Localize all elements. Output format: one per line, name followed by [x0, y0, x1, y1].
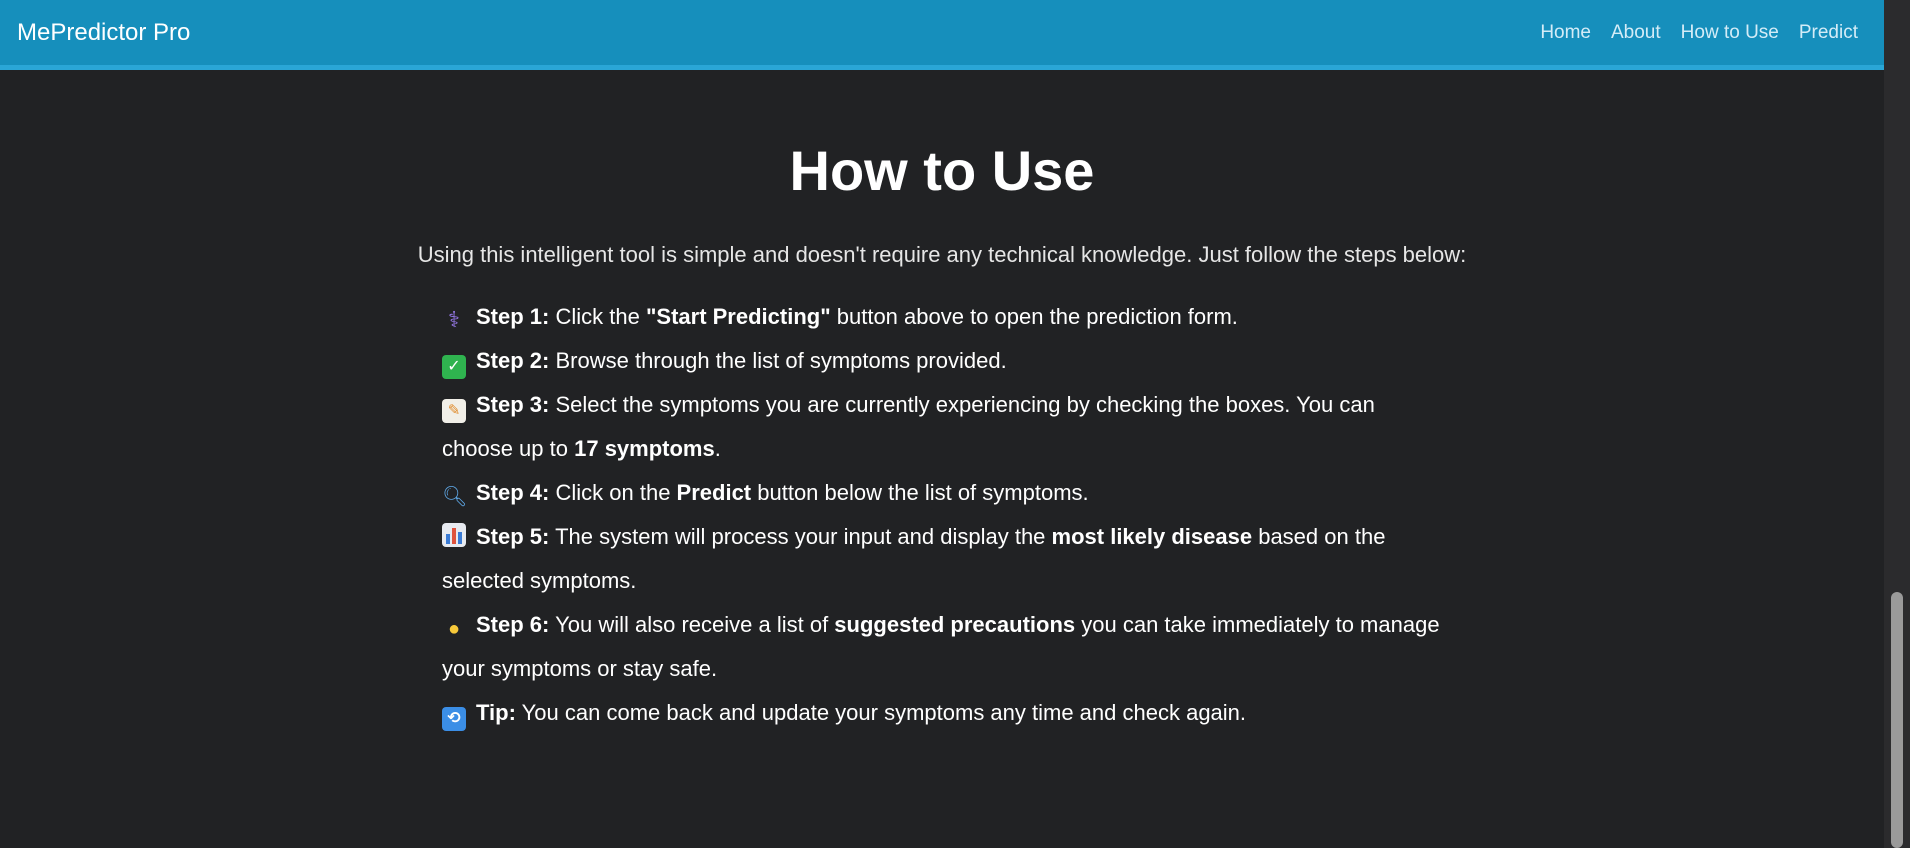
intro-text: Using this intelligent tool is simple an…: [417, 242, 1467, 267]
nav-link-how-to-use[interactable]: How to Use: [1681, 22, 1779, 44]
nav-link-about[interactable]: About: [1611, 22, 1661, 44]
nav-links: Home About How to Use Predict: [1540, 22, 1858, 44]
step-emphasis: 17 symptoms: [574, 436, 715, 461]
step-4: 🔍︎ Step 4: Click on the Predict button be…: [442, 471, 1442, 515]
step-text: button below the list of symptoms.: [751, 480, 1089, 505]
page: MePredictor Pro Home About How to Use Pr…: [0, 0, 1910, 848]
magnifier-icon: 🔍︎: [442, 486, 468, 508]
step-3: ✎ Step 3: Select the symptoms you are cur…: [442, 383, 1442, 471]
step-tip: ⟲ Tip: You can come back and update your …: [442, 691, 1442, 735]
check-mark-icon: ✓: [442, 355, 466, 379]
step-label: Step 1:: [476, 304, 550, 329]
scrollbar-thumb[interactable]: [1891, 592, 1903, 848]
step-emphasis: suggested precautions: [834, 612, 1076, 637]
step-label: Step 5:: [476, 524, 550, 549]
step-label: Step 4:: [476, 480, 550, 505]
memo-icon: ✎: [442, 399, 466, 423]
step-label: Tip:: [476, 700, 516, 725]
step-text: button above to open the prediction form…: [830, 304, 1238, 329]
stethoscope-icon: ⚕: [448, 307, 460, 332]
step-text: The system will process your input and d…: [555, 524, 1052, 549]
step-text: You can come back and update your sympto…: [521, 700, 1247, 725]
step-2: ✓ Step 2: Browse through the list of symp…: [442, 339, 1442, 383]
light-bulb-icon: ●: [447, 618, 461, 640]
step-text: Click the: [555, 304, 646, 329]
nav-link-home[interactable]: Home: [1540, 22, 1591, 44]
nav-link-predict[interactable]: Predict: [1799, 22, 1858, 44]
step-label: Step 3:: [476, 392, 550, 417]
scrollbar[interactable]: [1884, 0, 1910, 848]
page-title: How to Use: [789, 139, 1095, 202]
step-emphasis: "Start Predicting": [645, 304, 831, 329]
step-6: ● Step 6: You will also receive a list of…: [442, 603, 1442, 691]
step-label: Step 6:: [476, 612, 550, 637]
repeat-icon: ⟲: [442, 707, 466, 731]
bar-chart-icon: [442, 523, 466, 547]
brand-logo[interactable]: MePredictor Pro: [17, 19, 190, 47]
step-1: ⚕ Step 1: Click the "Start Predicting" bu…: [442, 295, 1442, 339]
step-label: Step 2:: [476, 348, 550, 373]
step-text: .: [714, 436, 721, 461]
navbar: MePredictor Pro Home About How to Use Pr…: [0, 0, 1884, 70]
step-5: Step 5: The system will process your inp…: [442, 515, 1442, 603]
step-text: You will also receive a list of: [555, 612, 835, 637]
step-emphasis: Predict: [676, 480, 752, 505]
steps-list: ⚕ Step 1: Click the "Start Predicting" bu…: [442, 295, 1442, 735]
step-emphasis: most likely disease: [1051, 524, 1253, 549]
step-text: Browse through the list of symptoms prov…: [555, 348, 1007, 373]
step-text: Click on the: [555, 480, 677, 505]
